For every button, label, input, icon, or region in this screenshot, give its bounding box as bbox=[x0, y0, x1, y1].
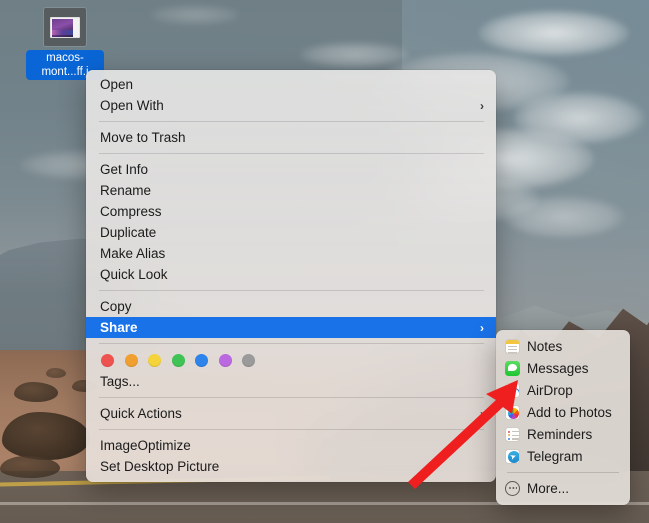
messages-icon bbox=[505, 361, 520, 376]
menu-separator bbox=[99, 290, 484, 291]
cloud bbox=[479, 10, 629, 56]
share-item-reminders[interactable]: Reminders bbox=[496, 423, 630, 445]
chevron-right-icon: › bbox=[480, 322, 484, 334]
menu-item-label: Open bbox=[100, 74, 133, 95]
menu-item-open[interactable]: Open bbox=[86, 74, 496, 95]
gray-tag[interactable] bbox=[242, 354, 255, 367]
menu-item-label: Set Desktop Picture bbox=[100, 456, 219, 477]
menu-item-label: Duplicate bbox=[100, 222, 156, 243]
share-item-more[interactable]: More... bbox=[496, 477, 630, 499]
menu-item-copy[interactable]: Copy bbox=[86, 296, 496, 317]
menu-separator bbox=[99, 343, 484, 344]
menu-separator bbox=[99, 121, 484, 122]
menu-item-label: Quick Actions bbox=[100, 403, 182, 424]
red-tag[interactable] bbox=[101, 354, 114, 367]
share-item-messages[interactable]: Messages bbox=[496, 357, 630, 379]
purple-tag[interactable] bbox=[219, 354, 232, 367]
menu-item-compress[interactable]: Compress bbox=[86, 201, 496, 222]
menu-item-label: Open With bbox=[100, 95, 164, 116]
menu-item-label: Copy bbox=[100, 296, 132, 317]
menu-item-set-desktop-picture[interactable]: Set Desktop Picture bbox=[86, 456, 496, 477]
share-item-label: Add to Photos bbox=[527, 405, 612, 420]
menu-item-label: ImageOptimize bbox=[100, 435, 191, 456]
share-item-notes[interactable]: Notes bbox=[496, 335, 630, 357]
menu-item-rename[interactable]: Rename bbox=[86, 180, 496, 201]
desert-bush bbox=[0, 456, 60, 478]
menu-item-label: Share bbox=[100, 317, 138, 338]
chevron-right-icon: › bbox=[480, 408, 484, 420]
menu-item-make-alias[interactable]: Make Alias bbox=[86, 243, 496, 264]
menu-item-label: Tags... bbox=[100, 371, 140, 392]
share-item-label: More... bbox=[527, 481, 569, 496]
menu-item-label: Make Alias bbox=[100, 243, 165, 264]
menu-separator bbox=[99, 153, 484, 154]
blue-tag[interactable] bbox=[195, 354, 208, 367]
menu-item-quick-look[interactable]: Quick Look bbox=[86, 264, 496, 285]
photos-icon bbox=[505, 405, 520, 420]
desert-bush bbox=[14, 382, 58, 402]
share-submenu[interactable]: Notes Messages AirDrop Add to Photos Rem… bbox=[496, 330, 630, 505]
telegram-icon bbox=[505, 449, 520, 464]
cloud bbox=[150, 5, 240, 25]
menu-item-tags[interactable]: Tags... bbox=[86, 371, 496, 392]
notes-icon bbox=[505, 339, 520, 354]
menu-item-open-with[interactable]: Open With › bbox=[86, 95, 496, 116]
menu-item-label: Rename bbox=[100, 180, 151, 201]
yellow-tag[interactable] bbox=[148, 354, 161, 367]
share-item-label: Reminders bbox=[527, 427, 592, 442]
share-item-add-to-photos[interactable]: Add to Photos bbox=[496, 401, 630, 423]
finder-context-menu[interactable]: Open Open With › Move to Trash Get Info … bbox=[86, 70, 496, 482]
menu-item-label: Compress bbox=[100, 201, 162, 222]
menu-separator bbox=[99, 429, 484, 430]
menu-item-get-info[interactable]: Get Info bbox=[86, 159, 496, 180]
menu-item-imageoptimize[interactable]: ImageOptimize bbox=[86, 435, 496, 456]
share-item-label: Messages bbox=[527, 361, 589, 376]
share-item-telegram[interactable]: Telegram bbox=[496, 445, 630, 467]
cloud bbox=[504, 196, 624, 238]
menu-item-label: Quick Look bbox=[100, 264, 168, 285]
share-item-label: Telegram bbox=[527, 449, 583, 464]
menu-item-duplicate[interactable]: Duplicate bbox=[86, 222, 496, 243]
cloud bbox=[300, 42, 410, 68]
menu-item-share[interactable]: Share › bbox=[86, 317, 496, 338]
airdrop-icon bbox=[505, 383, 520, 398]
chevron-right-icon: › bbox=[480, 100, 484, 112]
menu-item-quick-actions[interactable]: Quick Actions › bbox=[86, 403, 496, 424]
share-item-airdrop[interactable]: AirDrop bbox=[496, 379, 630, 401]
menu-separator bbox=[507, 472, 619, 473]
more-ellipsis-icon bbox=[505, 481, 520, 496]
image-thumbnail-icon bbox=[44, 8, 86, 46]
share-item-label: AirDrop bbox=[527, 383, 573, 398]
menu-item-move-to-trash[interactable]: Move to Trash bbox=[86, 127, 496, 148]
reminders-icon bbox=[505, 427, 520, 442]
share-item-label: Notes bbox=[527, 339, 562, 354]
menu-item-label: Move to Trash bbox=[100, 127, 186, 148]
orange-tag[interactable] bbox=[125, 354, 138, 367]
menu-separator bbox=[99, 397, 484, 398]
menu-item-label: Get Info bbox=[100, 159, 148, 180]
desert-bush bbox=[46, 368, 66, 378]
tag-color-row[interactable] bbox=[86, 349, 496, 371]
green-tag[interactable] bbox=[172, 354, 185, 367]
